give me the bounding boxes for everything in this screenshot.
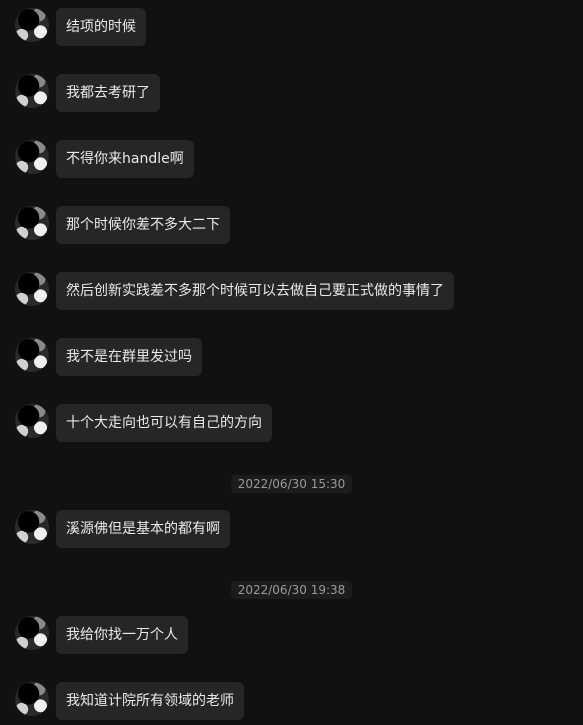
message-bubble[interactable]: 溪源佛但是基本的都有啊	[56, 510, 230, 548]
timestamp-label: 2022/06/30 15:30	[230, 475, 353, 493]
timestamp-divider: 2022/06/30 15:30	[0, 475, 583, 493]
message-bubble[interactable]: 我知道计院所有领域的老师	[56, 682, 244, 720]
message-bubble[interactable]: 然后创新实践差不多那个时候可以去做自己要正式做的事情了	[56, 272, 454, 310]
message-bubble[interactable]: 我不是在群里发过吗	[56, 338, 202, 376]
chat-view: 结项的时候 我都去考研了 不得你来handle啊 那个时候你差不多大二下 然后创…	[0, 0, 583, 725]
avatar[interactable]	[15, 8, 49, 42]
message-row: 然后创新实践差不多那个时候可以去做自己要正式做的事情了	[15, 272, 454, 310]
avatar[interactable]	[15, 206, 49, 240]
message-row: 我给你找一万个人	[15, 616, 188, 654]
avatar[interactable]	[15, 682, 49, 716]
message-bubble[interactable]: 结项的时候	[56, 8, 146, 46]
message-bubble[interactable]: 不得你来handle啊	[56, 140, 194, 178]
message-row: 溪源佛但是基本的都有啊	[15, 510, 230, 548]
avatar[interactable]	[15, 140, 49, 174]
message-bubble[interactable]: 我都去考研了	[56, 74, 160, 112]
message-row: 十个大走向也可以有自己的方向	[15, 404, 272, 442]
timestamp-label: 2022/06/30 19:38	[230, 581, 353, 599]
avatar[interactable]	[15, 74, 49, 108]
message-row: 我知道计院所有领域的老师	[15, 682, 244, 720]
message-row: 不得你来handle啊	[15, 140, 194, 178]
message-bubble[interactable]: 那个时候你差不多大二下	[56, 206, 230, 244]
message-row: 结项的时候	[15, 8, 146, 46]
avatar[interactable]	[15, 404, 49, 438]
avatar[interactable]	[15, 510, 49, 544]
message-row: 我不是在群里发过吗	[15, 338, 202, 376]
message-row: 那个时候你差不多大二下	[15, 206, 230, 244]
message-bubble[interactable]: 十个大走向也可以有自己的方向	[56, 404, 272, 442]
message-bubble[interactable]: 我给你找一万个人	[56, 616, 188, 654]
avatar[interactable]	[15, 616, 49, 650]
message-row: 我都去考研了	[15, 74, 160, 112]
timestamp-divider: 2022/06/30 19:38	[0, 581, 583, 599]
avatar[interactable]	[15, 272, 49, 306]
avatar[interactable]	[15, 338, 49, 372]
